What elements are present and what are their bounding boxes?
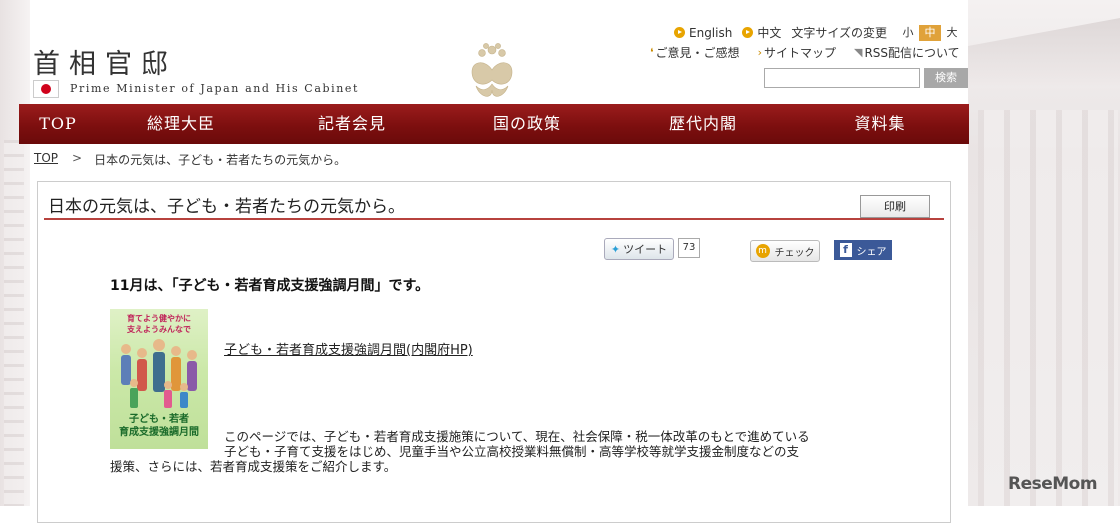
resemom-watermark: ReseMom: [1008, 474, 1098, 494]
font-size-label: 文字サイズの変更: [791, 26, 888, 40]
font-size-large-button[interactable]: 大: [941, 24, 964, 41]
page-title: 日本の元気は、子ども・若者たちの元気から。: [48, 197, 405, 217]
nav-documents[interactable]: 資料集: [791, 104, 969, 144]
breadcrumb: TOP > 日本の元気は、子ども・若者たちの元気から。: [34, 151, 346, 168]
search-input[interactable]: [764, 68, 920, 88]
font-size-small-button[interactable]: 小: [897, 24, 920, 41]
nav-prime-minister[interactable]: 総理大臣: [97, 104, 265, 144]
sitemap-link[interactable]: › サイトマップ: [758, 44, 836, 61]
mixi-icon: m: [755, 244, 770, 258]
background-left: [0, 0, 30, 506]
utility-links: ❛ ご意見・ご感想 › サイトマップ ◥ RSS配信について: [650, 44, 978, 61]
breadcrumb-separator: >: [72, 151, 83, 165]
language-bar: English 中文 文字サイズの変更 小 中 大: [674, 24, 964, 41]
cabinet-office-link[interactable]: 子ども・若者育成支援強調月間(内閣府HP): [224, 339, 473, 358]
arrow-circle-icon: [674, 27, 685, 38]
content-panel: 日本の元気は、子ども・若者たちの元気から。 印刷 ✦ ツイート 73 m チェッ…: [37, 181, 951, 523]
article-description: このページでは、子ども・若者育成支援施策について、現在、社会保障・税一体改革のも…: [110, 429, 810, 474]
tweet-button[interactable]: ✦ ツイート: [604, 238, 674, 260]
breadcrumb-top-link[interactable]: TOP: [34, 151, 58, 168]
print-button[interactable]: 印刷: [860, 195, 930, 218]
campaign-poster-image[interactable]: 育てよう健やかに 支えようみんなで 子ども・若者 育成支援強調月間: [110, 309, 208, 449]
article-heading: 11月は、「子ども・若者育成支援強調月間」です。: [110, 278, 430, 294]
lang-chinese-link[interactable]: 中文: [742, 24, 781, 41]
people-illustration-icon: [121, 339, 197, 408]
font-size-medium-button[interactable]: 中: [919, 24, 942, 41]
title-divider: [44, 218, 944, 220]
nav-policies[interactable]: 国の政策: [439, 104, 615, 144]
poster-tagline: 育てよう健やかに 支えようみんなで: [127, 314, 191, 334]
breadcrumb-current: 日本の元気は、子ども・若者たちの元気から。: [94, 153, 347, 167]
arrow-circle-icon: [742, 27, 754, 38]
rss-link[interactable]: ◥ RSS配信について: [854, 44, 960, 61]
rss-icon: ◥: [853, 46, 863, 59]
site-subtitle: Prime Minister of Japan and His Cabinet: [70, 82, 360, 95]
search-button[interactable]: 検索: [924, 68, 968, 88]
nav-cabinets[interactable]: 歴代内閣: [615, 104, 791, 144]
japan-flag-icon: [33, 80, 59, 98]
facebook-share-button[interactable]: f シェア: [834, 240, 892, 260]
paulownia-emblem-icon: [471, 43, 513, 97]
tweet-count-badge: 73: [678, 238, 700, 258]
nav-press-conference[interactable]: 記者会見: [265, 104, 439, 144]
quote-mark-icon: ❛: [650, 46, 654, 59]
site-title[interactable]: 首相官邸: [33, 42, 177, 81]
nav-top[interactable]: TOP: [19, 104, 97, 144]
chevron-right-icon: ›: [757, 46, 762, 59]
twitter-bird-icon: ✦: [610, 242, 621, 256]
feedback-link[interactable]: ❛ ご意見・ご感想: [650, 44, 740, 61]
background-right: [968, 0, 1120, 506]
lang-english-link[interactable]: English: [674, 26, 732, 40]
facebook-icon: f: [839, 243, 852, 257]
mixi-check-button[interactable]: m チェック: [750, 240, 820, 262]
main-nav: TOP 総理大臣 記者会見 国の政策 歴代内閣 資料集: [19, 104, 969, 144]
